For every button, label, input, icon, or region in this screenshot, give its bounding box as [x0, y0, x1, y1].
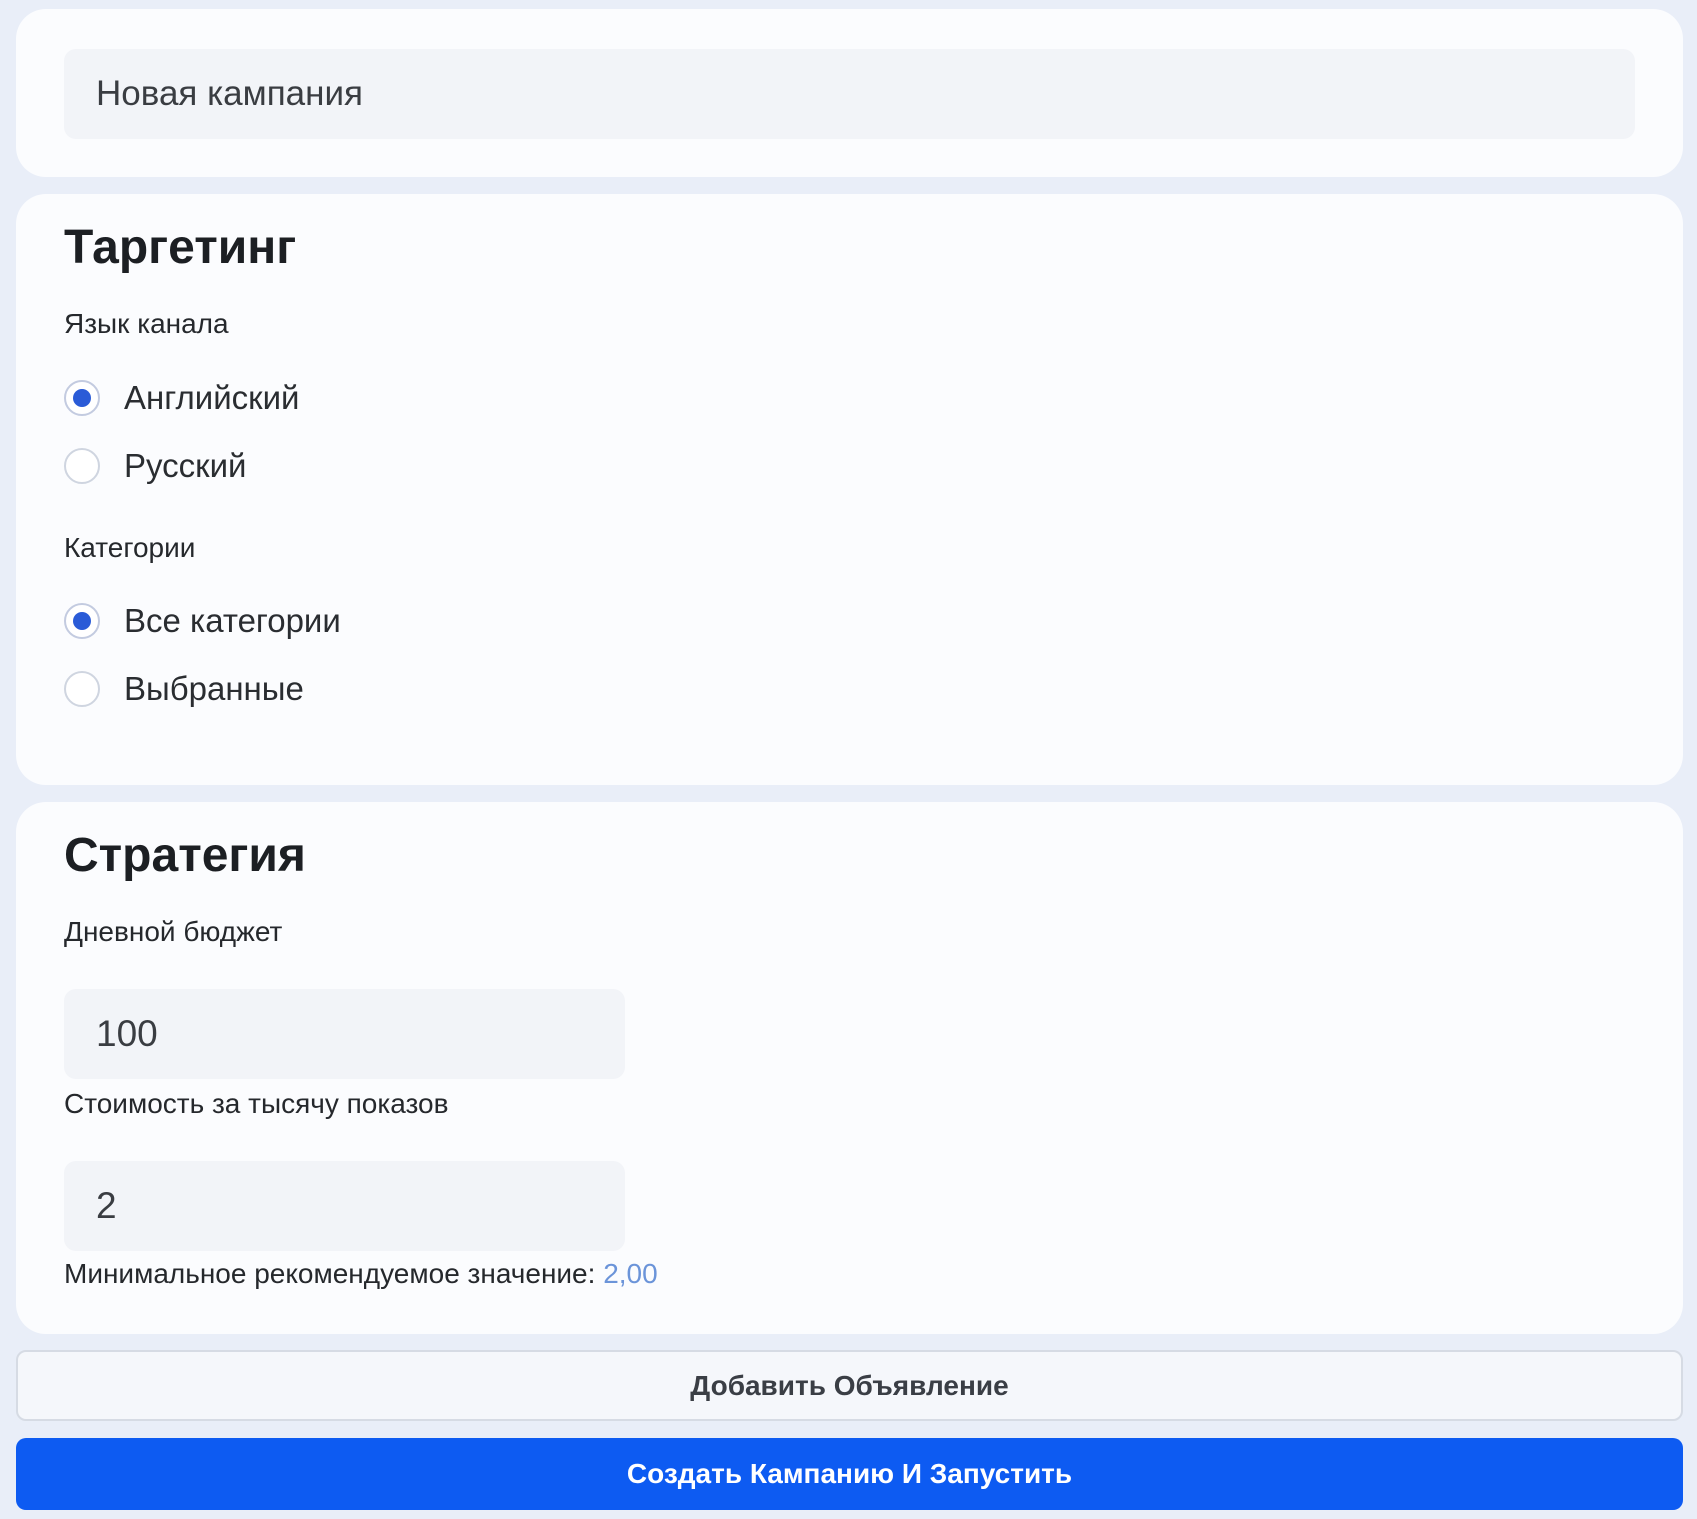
campaign-name-input[interactable]: Новая кампания	[64, 49, 1635, 139]
radio-checked-icon[interactable]	[64, 603, 100, 639]
language-option-label: Английский	[124, 379, 300, 416]
radio-unchecked-icon[interactable]	[64, 448, 100, 484]
cpm-value: 2	[96, 1185, 117, 1226]
add-ad-button[interactable]: Добавить Объявление	[16, 1350, 1683, 1421]
daily-budget-input[interactable]: 100	[64, 989, 625, 1079]
category-option-all[interactable]: Все категории	[64, 599, 341, 643]
targeting-card: Таргетинг Язык канала Английский Русский…	[16, 194, 1683, 785]
create-and-launch-button[interactable]: Создать Кампанию И Запустить	[16, 1438, 1683, 1510]
targeting-title: Таргетинг	[64, 221, 297, 274]
category-option-label: Все категории	[124, 602, 341, 639]
daily-budget-label: Дневной бюджет	[64, 916, 283, 947]
categories-label: Категории	[64, 532, 196, 563]
radio-unchecked-icon[interactable]	[64, 671, 100, 707]
strategy-title: Стратегия	[64, 829, 306, 882]
radio-checked-icon[interactable]	[64, 380, 100, 416]
strategy-card: Стратегия Дневной бюджет 100 Стоимость з…	[16, 802, 1683, 1334]
campaign-name-value: Новая кампания	[96, 74, 363, 113]
hint-value: 2,00	[603, 1258, 658, 1289]
language-option-label: Русский	[124, 447, 247, 484]
language-option-russian[interactable]: Русский	[64, 444, 246, 488]
channel-language-label: Язык канала	[64, 308, 229, 339]
daily-budget-value: 100	[96, 1013, 158, 1054]
cpm-label: Стоимость за тысячу показов	[64, 1088, 449, 1119]
cpm-input[interactable]: 2	[64, 1161, 625, 1251]
language-option-english[interactable]: Английский	[64, 376, 299, 420]
campaign-name-card: Новая кампания	[16, 9, 1683, 177]
category-option-label: Выбранные	[124, 670, 304, 707]
campaign-form-page: Новая кампания Таргетинг Язык канала Анг…	[0, 0, 1697, 1519]
create-and-launch-button-label: Создать Кампанию И Запустить	[626, 1458, 1073, 1489]
min-recommended-hint: Минимальное рекомендуемое значение: 2,00	[64, 1258, 658, 1290]
add-ad-button-label: Добавить Объявление	[690, 1369, 1009, 1401]
category-option-selected[interactable]: Выбранные	[64, 667, 304, 711]
hint-text: Минимальное рекомендуемое значение:	[64, 1258, 604, 1289]
